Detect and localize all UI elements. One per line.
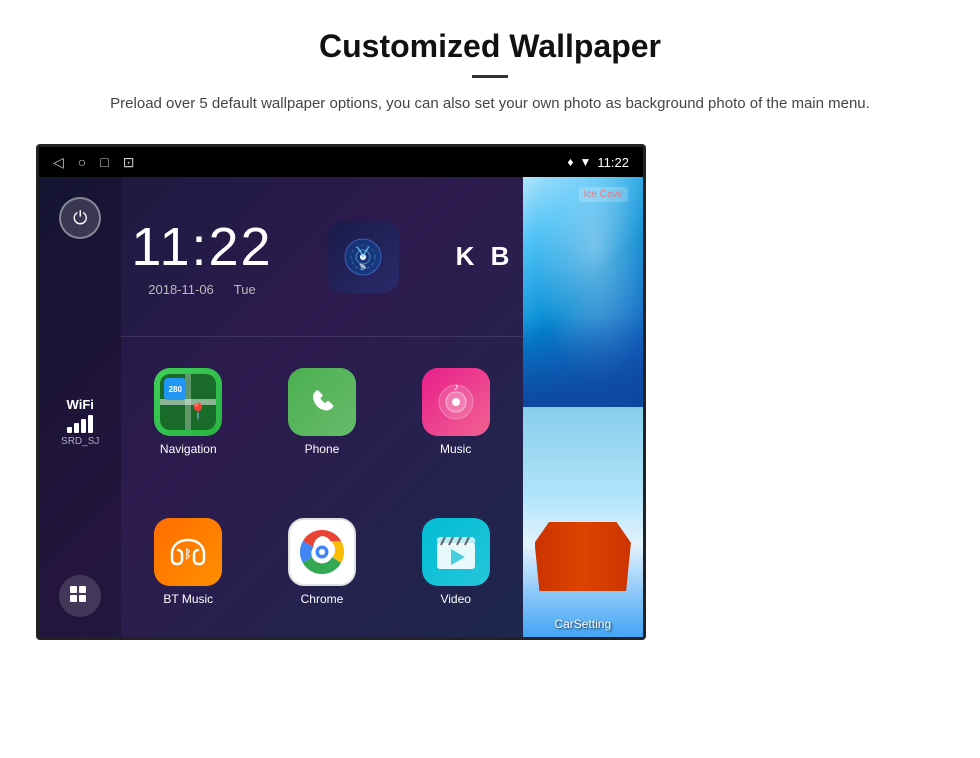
chrome-icon (288, 518, 356, 586)
header-section: Customized Wallpaper Preload over 5 defa… (0, 0, 980, 134)
main-content: ◁ ○ □ ⊡ ♦ ▼ 11:22 ⏻ WiFi (0, 144, 980, 640)
apps-icon (69, 585, 91, 607)
b-icon[interactable]: B (491, 241, 510, 272)
kb-icons: K B (443, 177, 523, 336)
home-icon[interactable]: ○ (78, 154, 86, 170)
bt-svg: ᛒ (168, 532, 208, 572)
navigation-label: Navigation (160, 442, 217, 456)
clock-day: Tue (234, 282, 256, 297)
wallpaper-thumbnails: Ice Cave CarSetting (523, 177, 643, 637)
bt-music-label: BT Music (163, 592, 213, 606)
clock-widget: 11:22 2018-11-06 Tue (121, 177, 282, 336)
video-svg (435, 533, 477, 571)
power-button[interactable]: ⏻ (59, 197, 101, 239)
navigation-icon: 280 📍 (154, 368, 222, 436)
bt-music-icon: ᛒ (154, 518, 222, 586)
status-bar: ◁ ○ □ ⊡ ♦ ▼ 11:22 (39, 147, 643, 177)
video-icon (422, 518, 490, 586)
power-icon: ⏻ (73, 208, 87, 229)
music-icon: ♪ (422, 368, 490, 436)
bridge-thumb[interactable]: CarSetting (523, 407, 643, 637)
android-screen: ◁ ○ □ ⊡ ♦ ▼ 11:22 ⏻ WiFi (36, 144, 646, 640)
svg-text:ᛒ: ᛒ (185, 547, 192, 561)
phone-svg (303, 383, 341, 421)
svg-text:♪: ♪ (453, 383, 458, 393)
clock-time: 11:22 (131, 216, 272, 278)
nav-buttons: ◁ ○ □ ⊡ (53, 154, 134, 171)
location-icon: ♦ (567, 155, 573, 169)
apps-grid: 280 📍 Navigation (121, 337, 522, 637)
wifi-widget: WiFi SRD_SJ (61, 397, 99, 447)
wifi-ssid: SRD_SJ (61, 436, 99, 447)
widget-icons: 📡 (283, 177, 443, 336)
wifi-icon: ▼ (580, 155, 592, 169)
back-icon[interactable]: ◁ (53, 154, 64, 171)
app-drawer-button[interactable] (59, 575, 101, 617)
wifi-bars (61, 415, 99, 433)
thumb-label-1: Ice Cave (579, 187, 628, 202)
screenshot-icon[interactable]: ⊡ (123, 154, 135, 171)
wifi-bar-1 (67, 427, 72, 433)
wifi-widget-icon[interactable]: 📡 (327, 221, 399, 293)
chrome-label: Chrome (301, 592, 344, 606)
sidebar: ⏻ WiFi SRD_SJ (39, 177, 121, 637)
signal-widget-svg: 📡 (343, 237, 383, 277)
screen-main: 11:22 2018-11-06 Tue (121, 177, 522, 637)
app-item-chrome[interactable]: Chrome (255, 487, 389, 637)
page-title: Customized Wallpaper (80, 28, 900, 65)
clock-date-value: 2018-11-06 (148, 282, 214, 297)
app-item-navigation[interactable]: 280 📍 Navigation (121, 337, 255, 487)
status-time: 11:22 (597, 155, 629, 170)
status-right: ♦ ▼ 11:22 (567, 155, 629, 170)
k-icon[interactable]: K (456, 241, 475, 272)
video-label: Video (440, 592, 470, 606)
screen-body: ⏻ WiFi SRD_SJ (39, 177, 643, 637)
wifi-bar-4 (88, 415, 93, 433)
top-row: 11:22 2018-11-06 Tue (121, 177, 522, 337)
app-item-bt-music[interactable]: ᛒ BT Music (121, 487, 255, 637)
clock-date: 2018-11-06 Tue (148, 282, 255, 297)
app-item-phone[interactable]: Phone (255, 337, 389, 487)
phone-label: Phone (305, 442, 340, 456)
carsetting-label: CarSetting (523, 617, 643, 631)
music-svg: ♪ (437, 383, 475, 421)
bridge-scene-bg (523, 407, 643, 637)
app-item-video[interactable]: Video (389, 487, 523, 637)
wifi-bar-3 (81, 419, 86, 433)
music-label: Music (440, 442, 471, 456)
svg-text:📡: 📡 (359, 263, 367, 271)
app-item-music[interactable]: ♪ Music (389, 337, 523, 487)
wifi-bar-2 (74, 423, 79, 433)
wifi-label: WiFi (61, 397, 99, 412)
phone-icon (288, 368, 356, 436)
ice-cave-bg: Ice Cave (523, 177, 643, 407)
header-description: Preload over 5 default wallpaper options… (80, 92, 900, 116)
chrome-svg (297, 527, 347, 577)
ice-cave-thumb[interactable]: Ice Cave (523, 177, 643, 407)
recents-icon[interactable]: □ (100, 154, 108, 170)
title-divider (472, 75, 508, 78)
sidebar-top: ⏻ (59, 197, 101, 239)
